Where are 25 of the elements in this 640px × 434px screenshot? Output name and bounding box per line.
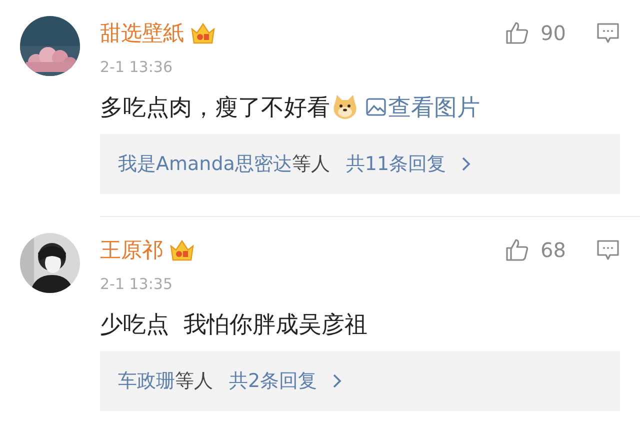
- reply-users[interactable]: 车政珊: [118, 368, 175, 394]
- reply-suffix: 等人: [292, 152, 330, 177]
- view-image-link[interactable]: 查看图片: [366, 92, 480, 122]
- comment-text: 少吃点 我怕你胖成吴彦祖: [100, 310, 368, 340]
- like-count: 90: [540, 21, 566, 45]
- comment-icon[interactable]: [596, 22, 620, 44]
- reply-count[interactable]: 共11条回复: [346, 151, 446, 177]
- like-count: 68: [540, 238, 566, 262]
- reply-count[interactable]: 共2条回复: [229, 368, 318, 394]
- image-icon: [366, 98, 386, 116]
- username[interactable]: 王原祁: [100, 236, 163, 264]
- dog-emoji-icon: [332, 94, 358, 120]
- replies-panel[interactable]: 我是Amanda思密达等人 共11条回复: [100, 134, 620, 194]
- thumbs-up-icon[interactable]: [504, 21, 529, 45]
- reply-users[interactable]: 我是Amanda思密达: [118, 151, 292, 177]
- thumbs-up-icon[interactable]: [504, 238, 529, 262]
- username[interactable]: 甜选壁紙: [100, 19, 184, 47]
- timestamp: 2-1 13:36: [100, 57, 174, 78]
- comment-text: 多吃点肉，瘦了不好看: [100, 94, 330, 122]
- replies-panel[interactable]: 车政珊等人 共2条回复: [100, 351, 620, 411]
- chevron-icon: [331, 373, 344, 389]
- timestamp: 2-1 13:35: [100, 274, 174, 295]
- comment-icon[interactable]: [596, 239, 620, 261]
- reply-suffix: 等人: [175, 369, 213, 394]
- chevron-icon: [460, 156, 472, 172]
